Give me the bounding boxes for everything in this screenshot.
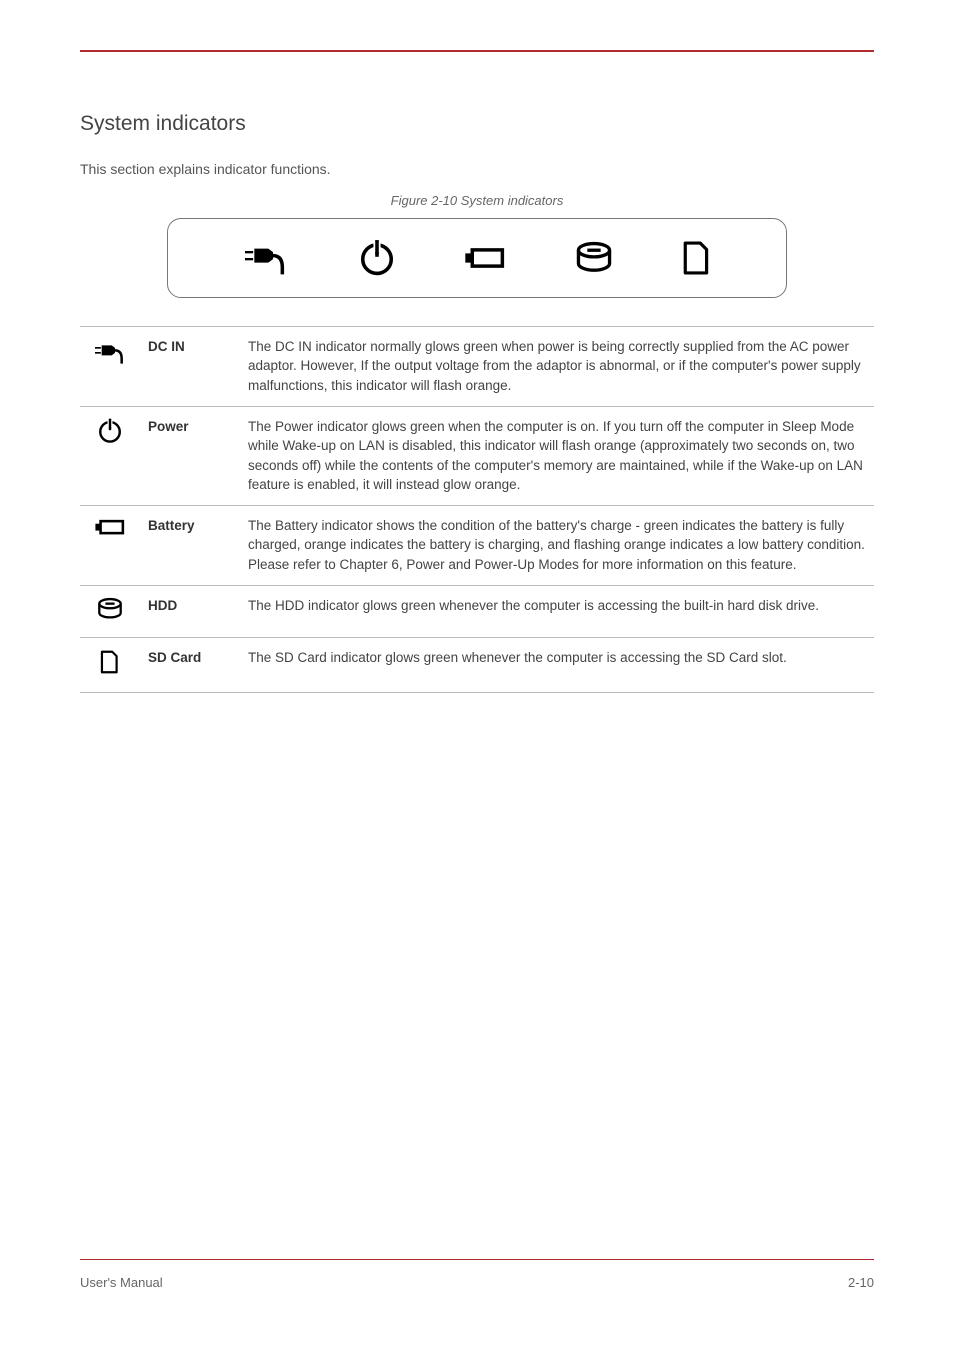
indicator-desc: The Battery indicator shows the conditio… bbox=[240, 505, 874, 585]
indicator-name: DC IN bbox=[140, 326, 240, 406]
indicator-desc: The DC IN indicator normally glows green… bbox=[240, 326, 874, 406]
indicator-name: HDD bbox=[140, 585, 240, 638]
sd-card-icon bbox=[99, 664, 121, 679]
table-row: DC IN The DC IN indicator normally glows… bbox=[80, 326, 874, 406]
plug-icon bbox=[241, 237, 291, 279]
indicator-name: SD Card bbox=[140, 638, 240, 693]
indicator-name: Battery bbox=[140, 505, 240, 585]
section-heading: System indicators bbox=[80, 112, 874, 136]
manual-page: System indicators This section explains … bbox=[0, 0, 954, 1352]
indicator-name: Power bbox=[140, 406, 240, 505]
battery-icon bbox=[93, 528, 127, 543]
table-row: Battery The Battery indicator shows the … bbox=[80, 505, 874, 585]
battery-icon bbox=[463, 237, 507, 279]
power-icon bbox=[97, 433, 123, 448]
footer-right: 2-10 bbox=[848, 1275, 874, 1290]
indicators-table: DC IN The DC IN indicator normally glows… bbox=[80, 326, 874, 693]
sd-card-icon bbox=[681, 237, 713, 279]
footer-left: User's Manual bbox=[80, 1275, 163, 1290]
indicator-desc: The HDD indicator glows green whenever t… bbox=[240, 585, 874, 638]
indicator-desc: The SD Card indicator glows green whenev… bbox=[240, 638, 874, 693]
indicator-icon-panel bbox=[167, 218, 787, 298]
intro-text: This section explains indicator function… bbox=[80, 160, 874, 179]
header-rule bbox=[80, 50, 874, 52]
table-row: HDD The HDD indicator glows green whenev… bbox=[80, 585, 874, 638]
footer-rule bbox=[80, 1259, 874, 1260]
power-icon bbox=[358, 237, 396, 279]
plug-icon bbox=[92, 355, 128, 370]
indicator-desc: The Power indicator glows green when the… bbox=[240, 406, 874, 505]
hdd-icon bbox=[96, 610, 124, 625]
table-row: SD Card The SD Card indicator glows gree… bbox=[80, 638, 874, 693]
table-row: Power The Power indicator glows green wh… bbox=[80, 406, 874, 505]
page-footer: User's Manual 2-10 bbox=[80, 1275, 874, 1290]
figure-caption: Figure 2-10 System indicators bbox=[80, 193, 874, 208]
hdd-icon bbox=[574, 237, 614, 279]
